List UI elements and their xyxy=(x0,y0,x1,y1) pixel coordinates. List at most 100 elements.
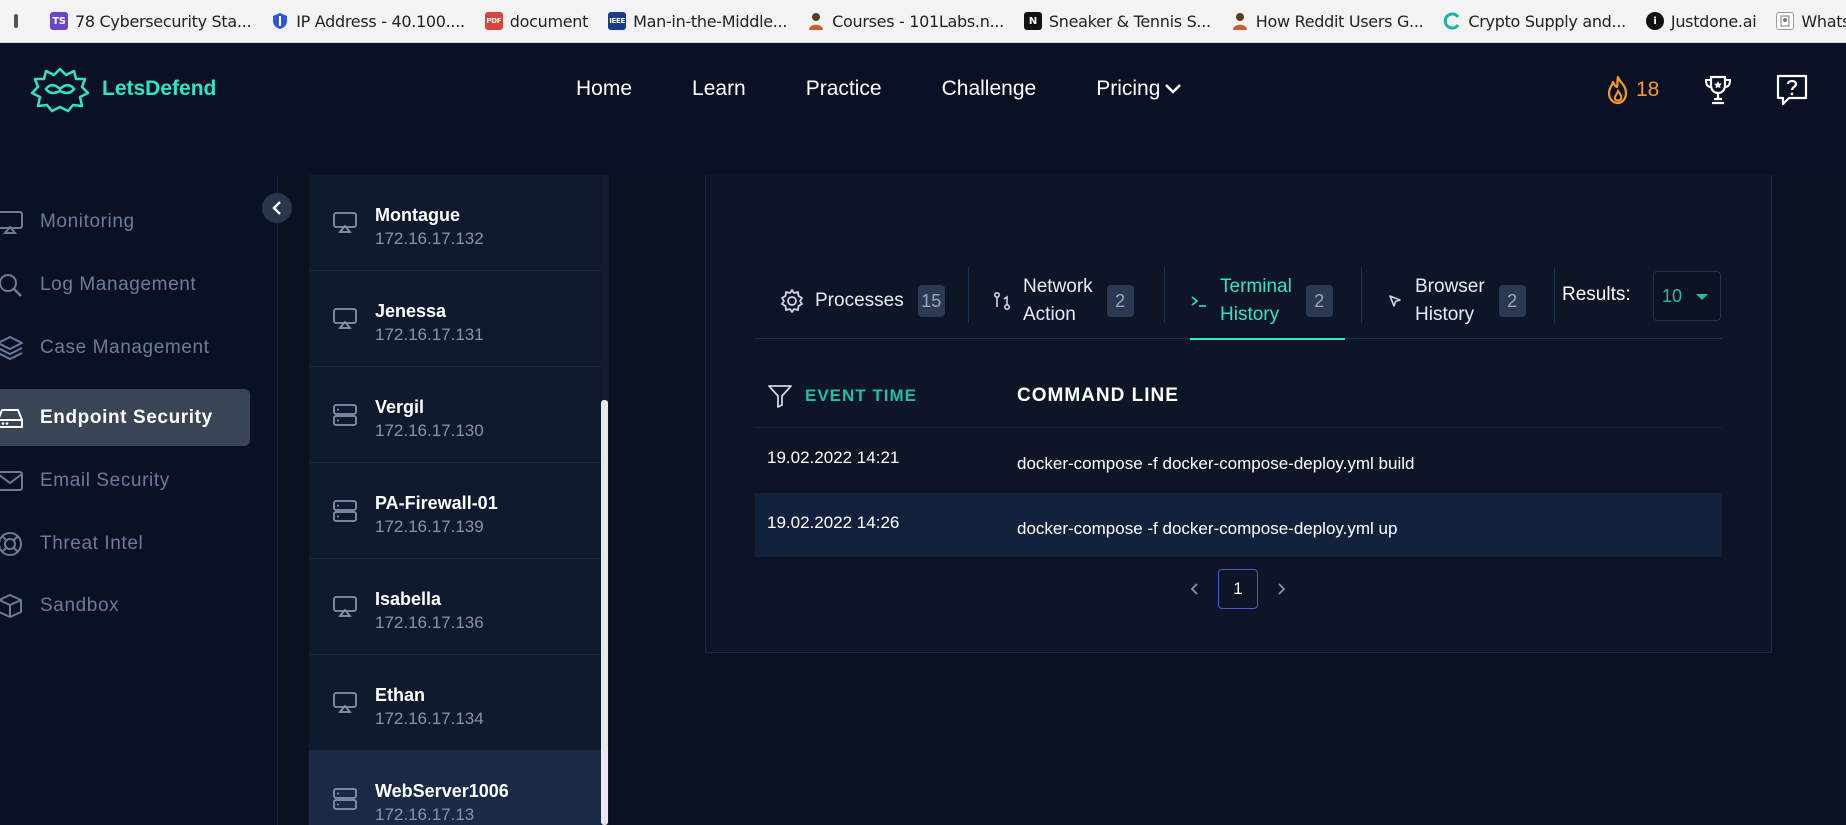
workstation-icon xyxy=(333,691,357,718)
tab-network-action[interactable]: Network Action 2 xyxy=(993,263,1134,339)
prev-page-icon[interactable] xyxy=(1180,569,1210,609)
ieee-icon: IEEE xyxy=(608,12,627,30)
next-page-icon[interactable] xyxy=(1266,569,1296,609)
command-line-cell: docker-compose -f docker-compose-deploy.… xyxy=(1017,519,1398,538)
tab-label: Processes xyxy=(815,290,904,311)
main-nav: Home Learn Practice Challenge Pricing xyxy=(576,77,1242,101)
results-per-page-select[interactable]: 10 xyxy=(1653,271,1721,321)
host-item-montague[interactable]: Montague 172.16.17.132 xyxy=(309,175,602,271)
workstation-icon xyxy=(333,595,357,622)
tab-divider xyxy=(1361,267,1362,323)
tab-label: Browser History xyxy=(1415,276,1485,325)
tab-processes[interactable]: Processes 15 xyxy=(779,263,945,339)
bookmark-2[interactable]: PDF document xyxy=(477,6,596,36)
gear-icon xyxy=(781,289,803,313)
sidebar-item-case-management[interactable]: Case Management xyxy=(0,319,250,376)
mail-icon xyxy=(0,467,24,495)
crypto-icon xyxy=(1443,12,1462,30)
nav-challenge[interactable]: Challenge xyxy=(942,77,1037,101)
nav-home[interactable]: Home xyxy=(576,77,632,101)
tab-browser-history[interactable]: Browser History 2 xyxy=(1387,263,1526,339)
sidebar-item-endpoint-security[interactable]: Endpoint Security xyxy=(0,389,250,446)
tab-divider xyxy=(968,267,969,323)
nav-learn[interactable]: Learn xyxy=(692,77,746,101)
tab-count-badge: 15 xyxy=(917,285,945,317)
server-icon xyxy=(333,403,357,432)
host-item-webserver1006[interactable]: WebServer1006 172.16.17.13 xyxy=(309,751,602,825)
streak-counter[interactable]: 18 xyxy=(1604,75,1659,105)
host-item-vergil[interactable]: Vergil 172.16.17.130 xyxy=(309,367,602,463)
bookmark-6[interactable]: How Reddit Users G... xyxy=(1223,6,1432,36)
nav-pricing[interactable]: Pricing xyxy=(1096,77,1182,101)
column-header-command-line: COMMAND LINE xyxy=(1017,385,1179,406)
achievements-button[interactable] xyxy=(1703,73,1733,112)
cube-icon xyxy=(0,592,24,620)
host-ip: 172.16.17.132 xyxy=(375,229,484,248)
collapse-sidebar-button[interactable] xyxy=(262,193,292,223)
sidebar-item-threat-intel[interactable]: Threat Intel xyxy=(0,515,250,572)
filter-icon[interactable] xyxy=(767,384,793,413)
tab-divider xyxy=(1554,267,1555,323)
ts-icon: TS xyxy=(50,12,68,30)
sidebar-item-label: Log Management xyxy=(40,273,197,295)
pdf-icon: PDF xyxy=(484,12,503,30)
bookmark-8[interactable]: i Justdone.ai xyxy=(1638,6,1764,36)
endpoint-host-list: Montague 172.16.17.132 Jenessa 172.16.17… xyxy=(309,175,602,825)
sidebar-item-sandbox[interactable]: Sandbox xyxy=(0,577,250,634)
search-icon xyxy=(0,271,24,299)
column-header-event-time[interactable]: EVENT TIME xyxy=(805,386,917,406)
bookmark-7[interactable]: Crypto Supply and... xyxy=(1435,6,1634,36)
sidebar-item-label: Endpoint Security xyxy=(40,406,213,428)
bookmark-9[interactable]: WhatsMyName Web xyxy=(1768,6,1846,36)
nav-pricing-label: Pricing xyxy=(1096,77,1161,100)
info-icon: i xyxy=(1645,12,1664,30)
notion-icon: N xyxy=(1023,12,1042,30)
chevron-down-icon xyxy=(1165,84,1182,94)
host-ip: 172.16.17.130 xyxy=(375,421,484,440)
top-navigation: LetsDefend Home Learn Practice Challenge… xyxy=(0,43,1846,175)
tab-search-icon[interactable] xyxy=(14,14,18,28)
tab-label: Network Action xyxy=(1023,276,1093,325)
lifebuoy-icon xyxy=(0,530,24,558)
drive-icon xyxy=(0,404,24,432)
brand-name: LetsDefend xyxy=(102,77,217,100)
command-line-cell: docker-compose -f docker-compose-deploy.… xyxy=(1017,454,1415,473)
sidebar-item-monitoring[interactable]: Monitoring xyxy=(0,193,250,250)
sidebar-item-email-security[interactable]: Email Security xyxy=(0,452,250,509)
bookmark-5[interactable]: N Sneaker & Tennis S... xyxy=(1016,6,1219,36)
host-list-scroll-thumb[interactable] xyxy=(601,400,608,825)
cursor-icon xyxy=(1389,295,1401,307)
sidebar-item-label: Email Security xyxy=(40,469,170,491)
host-ip: 172.16.17.131 xyxy=(375,325,484,344)
page-number-current[interactable]: 1 xyxy=(1218,569,1258,609)
host-name: Ethan xyxy=(375,685,426,705)
terminal-icon xyxy=(1191,296,1206,307)
brand-logo[interactable]: LetsDefend xyxy=(30,65,216,113)
tab-terminal-history[interactable]: Terminal History 2 xyxy=(1190,263,1345,340)
host-item-jenessa[interactable]: Jenessa 172.16.17.131 xyxy=(309,271,602,367)
host-item-pa-firewall-01[interactable]: PA-Firewall-01 172.16.17.139 xyxy=(309,463,602,559)
host-item-isabella[interactable]: Isabella 172.16.17.136 xyxy=(309,559,602,655)
host-name: PA-Firewall-01 xyxy=(375,493,498,513)
bookmark-0[interactable]: TS 78 Cybersecurity Sta... xyxy=(42,6,259,36)
sidebar-item-log-management[interactable]: Log Management xyxy=(0,256,250,313)
host-item-ethan[interactable]: Ethan 172.16.17.134 xyxy=(309,655,602,751)
avatar-icon xyxy=(1230,12,1249,30)
left-sidebar: Monitoring Log Management Case Managemen… xyxy=(0,175,278,825)
bookmark-1[interactable]: IP Address - 40.100.... xyxy=(263,6,473,36)
host-name: WebServer1006 xyxy=(375,781,509,801)
bookmark-4[interactable]: Courses - 101Labs.n... xyxy=(799,6,1012,36)
page-icon xyxy=(1776,12,1795,30)
help-button[interactable] xyxy=(1775,73,1809,112)
bookmark-3[interactable]: IEEE Man-in-the-Middle... xyxy=(600,6,795,36)
tab-divider xyxy=(1164,267,1165,323)
letsdefend-logo-icon xyxy=(30,67,90,113)
tab-count-badge: 2 xyxy=(1106,285,1134,317)
caret-down-icon xyxy=(1696,294,1708,300)
nav-practice[interactable]: Practice xyxy=(806,77,882,101)
server-icon xyxy=(333,499,357,528)
results-value: 10 xyxy=(1662,285,1683,306)
host-ip: 172.16.17.134 xyxy=(375,709,484,728)
help-chat-icon xyxy=(1776,74,1808,106)
host-name: Montague xyxy=(375,205,460,225)
